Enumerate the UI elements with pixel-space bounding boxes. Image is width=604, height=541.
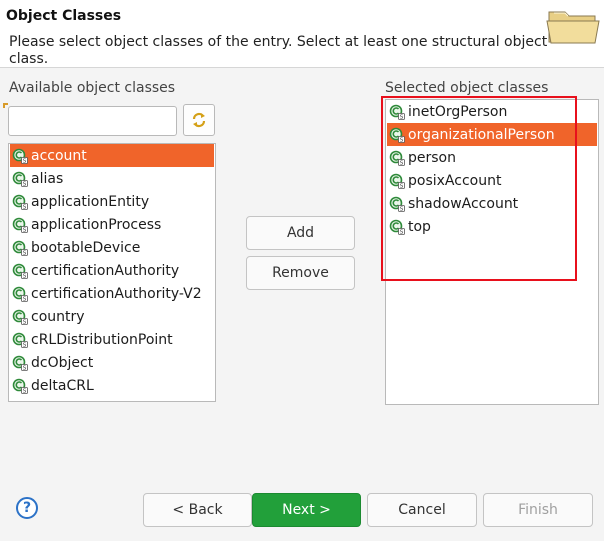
object-class-icon: S [12,378,28,394]
list-item[interactable]: SinetOrgPerson [387,100,597,123]
selected-classes-label: Selected object classes [385,80,549,96]
list-item-label: deltaCRL [31,377,94,394]
list-item-label: top [408,218,431,235]
svg-text:S: S [23,158,27,163]
remove-button[interactable]: Remove [246,256,355,290]
available-classes-label: Available object classes [9,80,176,96]
svg-text:S: S [400,206,404,211]
list-item[interactable]: Saccount [10,144,214,167]
page-description: Please select object classes of the entr… [9,34,548,67]
list-item-label: organizationalPerson [408,126,555,143]
list-item-label: bootableDevice [31,239,141,256]
list-item[interactable]: Salias [10,167,214,190]
list-item[interactable]: Sperson [387,146,597,169]
available-classes-list[interactable]: Saccount Salias SapplicationEntity Sapplica… [8,143,216,402]
object-class-icon: S [12,217,28,233]
svg-text:S: S [23,227,27,232]
svg-text:S: S [23,319,27,324]
list-item[interactable]: Stop [387,215,597,238]
list-item[interactable]: SapplicationEntity [10,190,214,213]
list-item[interactable]: ScRLDistributionPoint [10,328,214,351]
svg-text:S: S [400,137,404,142]
folder-icon [546,11,600,44]
help-icon[interactable]: ? [16,497,38,519]
list-item-label: applicationEntity [31,193,150,210]
list-item[interactable]: SdeltaCRL [10,374,214,397]
browse-button[interactable] [183,104,215,136]
back-button[interactable]: < Back [143,493,252,527]
object-class-icon: S [389,150,405,166]
svg-text:S: S [23,296,27,301]
list-item[interactable]: Scountry [10,305,214,328]
list-item-label: certificationAuthority [31,262,180,279]
svg-text:S: S [400,114,404,119]
svg-text:S: S [23,365,27,370]
list-item-label: dcObject [31,354,94,371]
list-item[interactable]: SbootableDevice [10,236,214,259]
list-item-label: certificationAuthority-V2 [31,285,202,302]
object-class-icon: S [389,196,405,212]
object-class-icon: S [12,171,28,187]
list-item[interactable]: ScertificationAuthority [10,259,214,282]
list-item-label: inetOrgPerson [408,103,508,120]
list-item-label: person [408,149,456,166]
next-button[interactable]: Next > [252,493,361,527]
object-class-icon: S [389,104,405,120]
object-class-icon: S [12,194,28,210]
list-item-label: country [31,308,85,325]
selected-classes-list[interactable]: SinetOrgPerson SorganizationalPerson Spers… [385,99,599,405]
svg-text:S: S [23,250,27,255]
object-class-icon: S [12,286,28,302]
list-item-label: shadowAccount [408,195,519,212]
list-item-label: account [31,147,87,164]
object-class-icon: S [12,309,28,325]
svg-text:S: S [400,183,404,188]
add-button[interactable]: Add [246,216,355,250]
svg-text:S: S [23,388,27,393]
list-item-label: applicationProcess [31,216,162,233]
object-class-icon: S [389,173,405,189]
object-class-icon: S [12,263,28,279]
object-class-icon: S [12,148,28,164]
cancel-button[interactable]: Cancel [367,493,477,527]
refresh-icon [192,112,206,128]
svg-text:S: S [23,204,27,209]
finish-button: Finish [483,493,593,527]
svg-text:S: S [400,160,404,165]
svg-text:S: S [400,229,404,234]
list-item[interactable]: SorganizationalPerson [387,123,597,146]
list-item-label: cRLDistributionPoint [31,331,173,348]
filter-input[interactable] [8,106,177,136]
wizard-header: Object Classes Please select object clas… [0,0,604,68]
list-item[interactable]: SdcObject [10,351,214,374]
object-class-icon: S [12,332,28,348]
list-item[interactable]: SposixAccount [387,169,597,192]
page-title: Object Classes [6,8,122,24]
svg-text:S: S [23,181,27,186]
list-item-label: posixAccount [408,172,502,189]
svg-text:S: S [23,342,27,347]
list-item[interactable]: SapplicationProcess [10,213,214,236]
list-item[interactable]: SshadowAccount [387,192,597,215]
object-class-icon: S [389,127,405,143]
list-item-label: alias [31,170,64,187]
list-item[interactable]: ScertificationAuthority-V2 [10,282,214,305]
object-class-icon: S [389,219,405,235]
object-class-icon: S [12,355,28,371]
object-class-icon: S [12,240,28,256]
svg-text:S: S [23,273,27,278]
